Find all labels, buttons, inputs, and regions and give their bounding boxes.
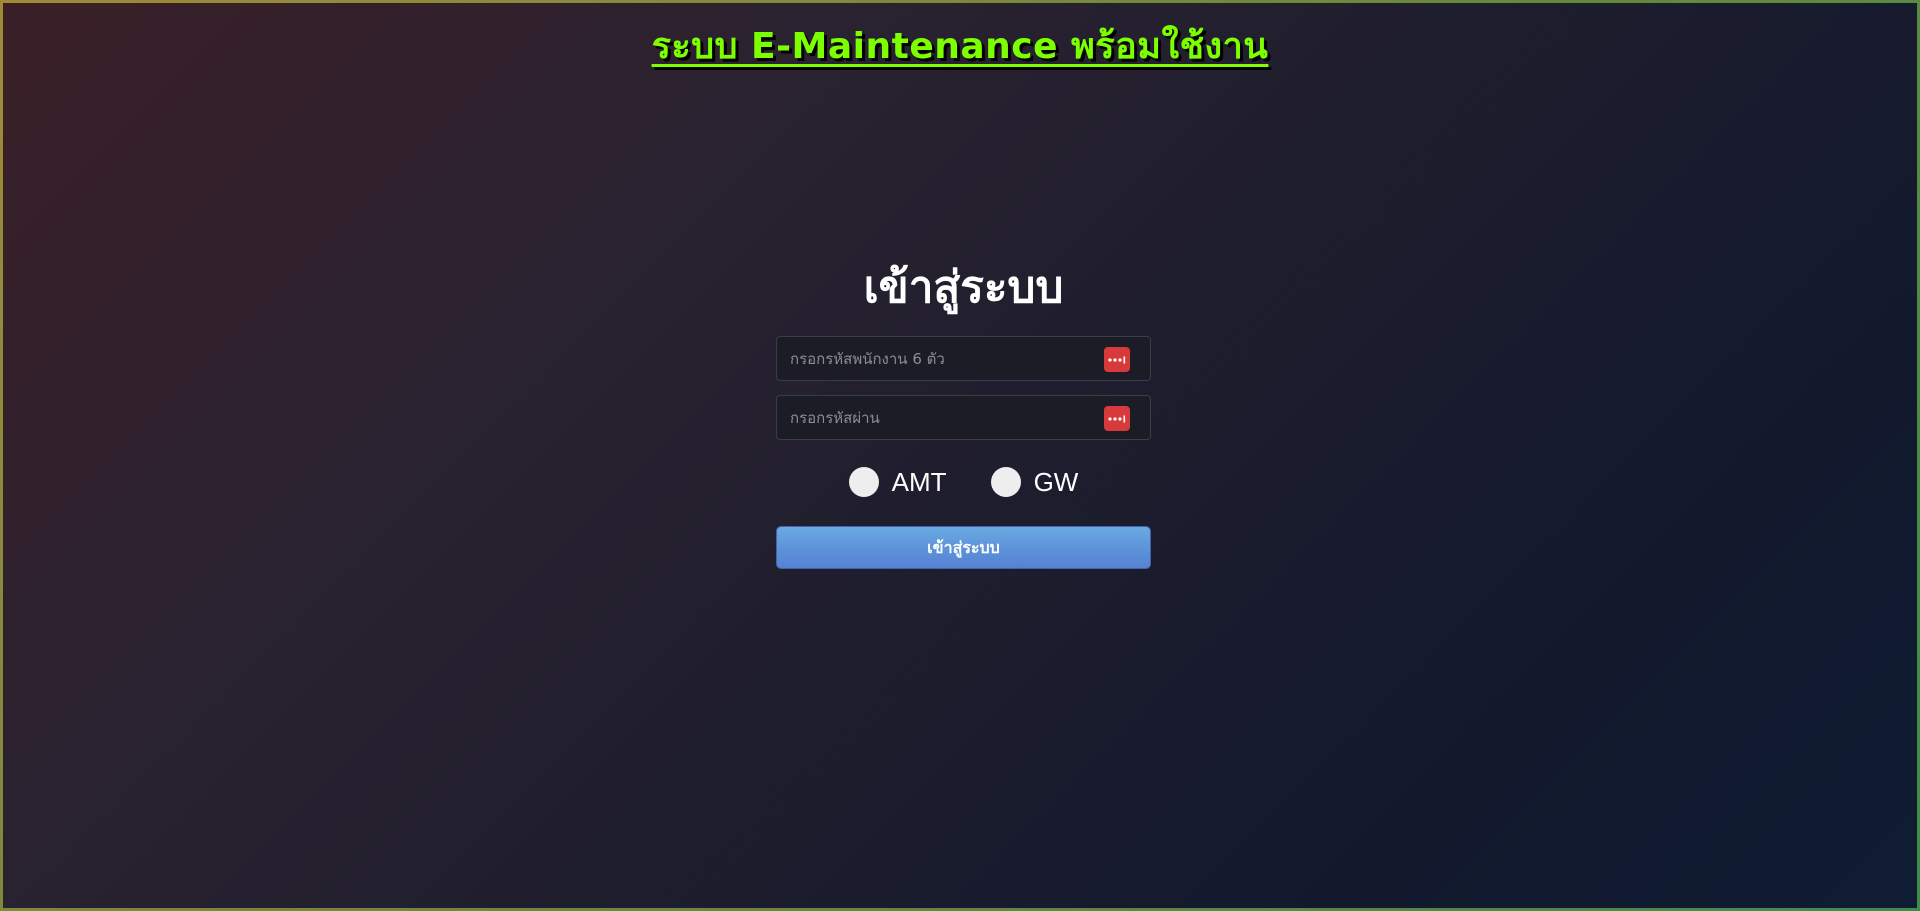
site-radio-amt-label: AMT bbox=[891, 466, 947, 497]
site-radio-gw-label: GW bbox=[1033, 466, 1079, 497]
radio-circle[interactable] bbox=[990, 467, 1021, 497]
password-manager-icon[interactable] bbox=[1104, 347, 1130, 372]
password-manager-icon[interactable] bbox=[1104, 406, 1130, 431]
login-title: เข้าสู่ระบบ bbox=[863, 262, 1064, 313]
site-radio-gw[interactable]: GW bbox=[990, 466, 1079, 498]
site-radio-group: AMT GW bbox=[776, 462, 1151, 502]
site-radio-amt[interactable]: AMT bbox=[848, 466, 947, 498]
login-button[interactable]: เข้าสู่ระบบ bbox=[776, 526, 1151, 569]
system-ready-banner: ระบบ E-Maintenance พร้อมใช้งาน bbox=[651, 26, 1269, 67]
employee-id-field bbox=[776, 336, 1151, 381]
employee-id-input[interactable] bbox=[777, 337, 1150, 380]
password-field bbox=[776, 395, 1151, 440]
dots-icon bbox=[1108, 356, 1126, 363]
radio-circle[interactable] bbox=[848, 467, 879, 497]
login-form: เข้าสู่ระบบ กรอกรหัสพนักงาน 6 ตัว AMT GW… bbox=[776, 253, 1151, 569]
password-input[interactable] bbox=[777, 396, 1150, 439]
dots-icon bbox=[1108, 415, 1126, 422]
page-frame: ระบบ E-Maintenance พร้อมใช้งาน เข้าสู่ระ… bbox=[0, 0, 1920, 911]
